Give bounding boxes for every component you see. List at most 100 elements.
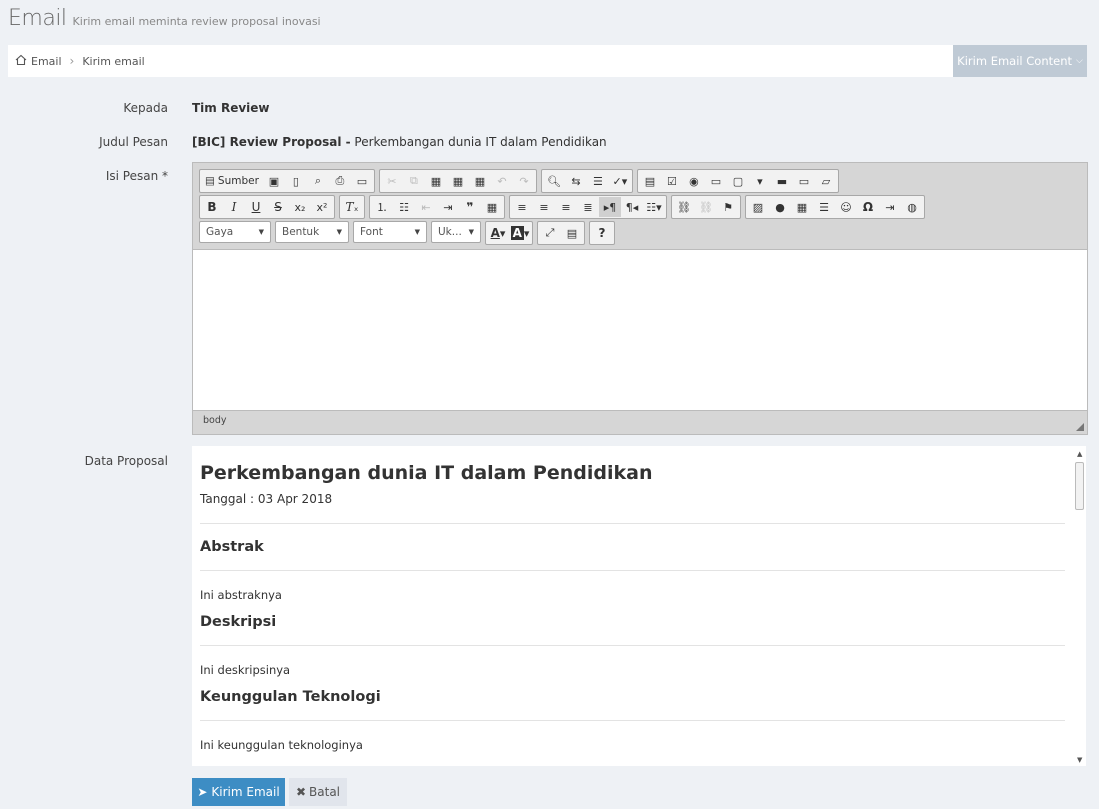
divider <box>200 523 1065 524</box>
remove-format-icon[interactable]: Tₓ <box>341 197 363 217</box>
form-icon[interactable]: ▤ <box>639 171 661 191</box>
chevron-down-icon: ▼ <box>336 228 342 236</box>
indent-icon[interactable]: ⇥ <box>437 197 459 217</box>
image-button-icon[interactable]: ▭ <box>793 171 815 191</box>
scroll-up-icon[interactable]: ▲ <box>1077 450 1082 458</box>
replace-icon[interactable]: ⇆ <box>565 171 587 191</box>
undo-icon[interactable]: ↶ <box>491 171 513 191</box>
align-left-icon[interactable]: ≡ <box>511 197 533 217</box>
proposal-content: Perkembangan dunia IT dalam Pendidikan T… <box>200 446 1065 752</box>
smiley-icon[interactable]: ☺ <box>835 197 857 217</box>
text-color-icon[interactable]: A ▾ <box>487 223 509 243</box>
underline-icon[interactable]: U <box>245 197 267 217</box>
justify-icon[interactable]: ≣ <box>577 197 599 217</box>
font-dropdown-label: Font <box>360 226 383 238</box>
special-char-icon[interactable]: Ω <box>857 197 879 217</box>
checkbox-icon[interactable]: ☑ <box>661 171 683 191</box>
superscript-icon[interactable]: x² <box>311 197 333 217</box>
language-icon[interactable]: ☷▾ <box>643 197 665 217</box>
horizontal-line-icon[interactable]: ☰ <box>813 197 835 217</box>
paste-icon[interactable]: ▦ <box>425 171 447 191</box>
chevron-down-icon: ▼ <box>414 228 420 236</box>
resize-handle-icon[interactable] <box>1076 423 1084 431</box>
anchor-icon[interactable]: ⚑ <box>717 197 739 217</box>
textfield-icon[interactable]: ▭ <box>705 171 727 191</box>
page-title-text: Email <box>8 6 67 31</box>
home-icon[interactable] <box>15 54 31 69</box>
scroll-down-icon[interactable]: ▼ <box>1077 756 1082 764</box>
kirim-email-label: Kirim Email <box>211 785 280 799</box>
show-blocks-icon[interactable]: ▤ <box>561 223 583 243</box>
italic-icon[interactable]: I <box>223 197 245 217</box>
unlink-icon[interactable]: ⛓ <box>695 197 717 217</box>
close-icon: ✖ <box>295 785 307 799</box>
judul-pesan-label: Judul Pesan <box>99 135 168 149</box>
align-right-icon[interactable]: ≡ <box>555 197 577 217</box>
copy-icon[interactable]: ⧉ <box>403 171 425 191</box>
breadcrumb-email-link[interactable]: Email <box>31 55 62 68</box>
outdent-icon[interactable]: ⇤ <box>415 197 437 217</box>
send-icon: ➤ <box>197 785 208 799</box>
print-icon[interactable]: ⎙ <box>329 171 351 191</box>
redo-icon[interactable]: ↷ <box>513 171 535 191</box>
proposal-scrollbar[interactable]: ▲ ▼ <box>1074 446 1086 766</box>
help-icon[interactable]: ? <box>591 223 613 243</box>
spellcheck-icon[interactable]: ✓▾ <box>609 171 631 191</box>
kirim-email-content-button[interactable]: Kirim Email Content ⌵ <box>953 45 1087 77</box>
div-container-icon[interactable]: ▦ <box>481 197 503 217</box>
format-dropdown-label: Bentuk <box>282 226 320 238</box>
source-label: Sumber <box>217 175 259 187</box>
bulleted-list-icon[interactable]: ☷ <box>393 197 415 217</box>
rtl-icon[interactable]: ¶◂ <box>621 197 643 217</box>
find-icon[interactable]: 🔍︎ <box>543 171 565 191</box>
page-title: Email Kirim email meminta review proposa… <box>8 6 321 31</box>
maximize-icon[interactable]: ⤢ <box>539 223 561 243</box>
editor-content-area[interactable] <box>193 249 1087 411</box>
editor-element-path[interactable]: body <box>203 415 227 426</box>
scrollbar-thumb[interactable] <box>1075 462 1084 510</box>
chevron-down-icon: ▼ <box>258 228 264 236</box>
iframe-icon[interactable]: ◍ <box>901 197 923 217</box>
paste-text-icon[interactable]: ▦ <box>447 171 469 191</box>
kepada-value: Tim Review <box>192 101 270 115</box>
source-button[interactable]: ▤ Sumber <box>201 171 263 191</box>
font-dropdown[interactable]: Font ▼ <box>353 221 427 243</box>
select-all-icon[interactable]: ☰ <box>587 171 609 191</box>
align-center-icon[interactable]: ≡ <box>533 197 555 217</box>
new-page-icon[interactable]: ▯ <box>285 171 307 191</box>
table-icon[interactable]: ▦ <box>791 197 813 217</box>
bg-color-icon[interactable]: A ▾ <box>509 223 531 243</box>
section-heading: Deskripsi <box>200 614 277 630</box>
templates-icon[interactable]: ▭ <box>351 171 373 191</box>
strike-icon[interactable]: S <box>267 197 289 217</box>
divider <box>200 570 1065 571</box>
flash-icon[interactable]: ● <box>769 197 791 217</box>
cut-icon[interactable]: ✂ <box>381 171 403 191</box>
size-dropdown[interactable]: Uk... ▼ <box>431 221 481 243</box>
style-dropdown[interactable]: Gaya ▼ <box>199 221 271 243</box>
proposal-preview: Perkembangan dunia IT dalam Pendidikan T… <box>192 446 1086 766</box>
select-icon[interactable]: ▾ <box>749 171 771 191</box>
divider <box>200 720 1065 721</box>
paste-word-icon[interactable]: ▦ <box>469 171 491 191</box>
blockquote-icon[interactable]: ❞ <box>459 197 481 217</box>
format-dropdown[interactable]: Bentuk ▼ <box>275 221 349 243</box>
save-icon[interactable]: ▣ <box>263 171 285 191</box>
hidden-field-icon[interactable]: ▱ <box>815 171 837 191</box>
batal-label: Batal <box>309 785 341 799</box>
numbered-list-icon[interactable]: ⒈ <box>371 197 393 217</box>
bold-icon[interactable]: B <box>201 197 223 217</box>
textarea-icon[interactable]: ▢ <box>727 171 749 191</box>
data-proposal-label: Data Proposal <box>84 454 168 468</box>
preview-icon[interactable]: ⌕ <box>307 171 329 191</box>
ltr-icon[interactable]: ▸¶ <box>599 197 621 217</box>
link-icon[interactable]: ⛓ <box>673 197 695 217</box>
image-icon[interactable]: ▨ <box>747 197 769 217</box>
breadcrumb-bar: Email › Kirim email Kirim Email Content … <box>8 45 1087 77</box>
radio-icon[interactable]: ◉ <box>683 171 705 191</box>
page-break-icon[interactable]: ⇥ <box>879 197 901 217</box>
kirim-email-button[interactable]: ➤ Kirim Email <box>192 778 285 806</box>
subscript-icon[interactable]: x₂ <box>289 197 311 217</box>
button-icon[interactable]: ▬ <box>771 171 793 191</box>
batal-button[interactable]: ✖ Batal <box>289 778 347 806</box>
